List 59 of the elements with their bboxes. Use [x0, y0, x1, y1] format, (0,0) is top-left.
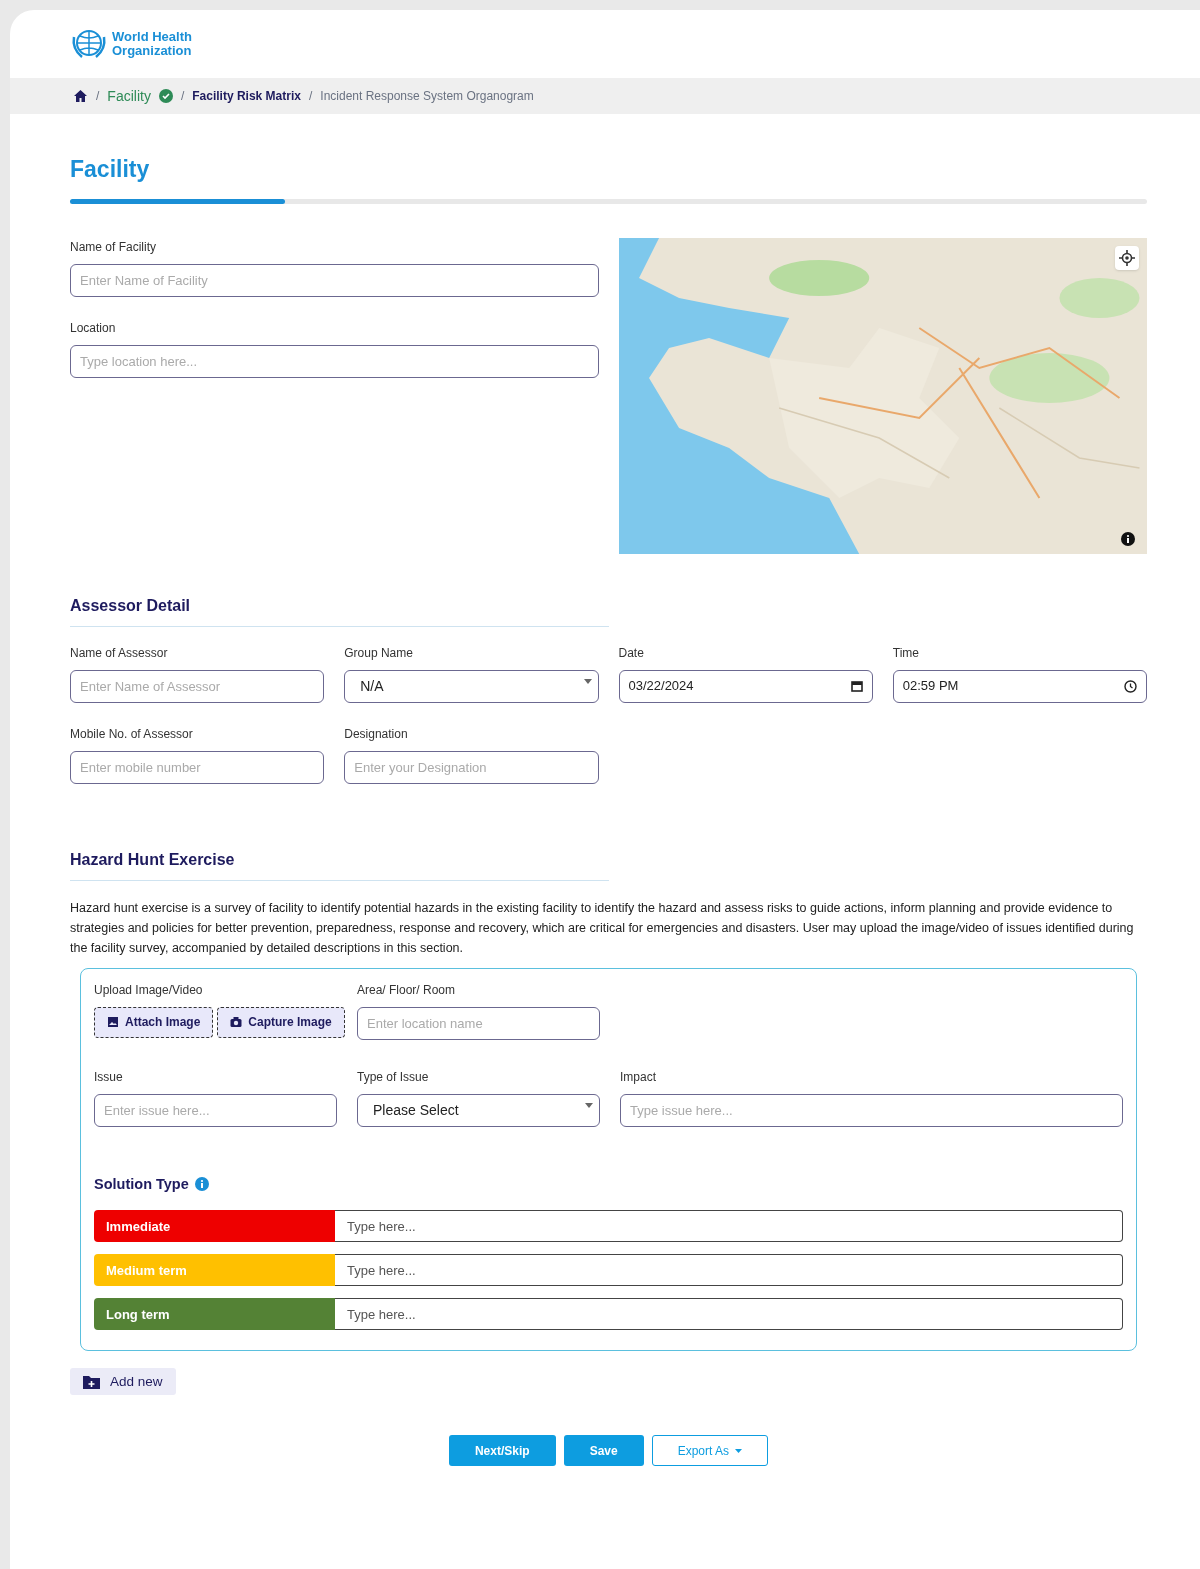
- field-label: Type of Issue: [357, 1068, 430, 1086]
- breadcrumb-separator: /: [96, 88, 100, 105]
- check-circle-icon: [158, 89, 173, 103]
- calendar-icon[interactable]: [850, 680, 863, 692]
- capture-image-button[interactable]: Capture Image: [217, 1006, 345, 1038]
- field-label: Area/ Floor/ Room: [357, 981, 457, 999]
- text-field[interactable]: Enter mobile number: [70, 750, 325, 784]
- text-field[interactable]: Enter your Designation: [344, 750, 599, 784]
- field-label: Name of Assessor: [70, 644, 169, 662]
- date-field[interactable]: 03/22/2024: [618, 669, 873, 703]
- image-icon: [107, 1016, 119, 1028]
- logo-text: World Health Organization: [112, 30, 192, 58]
- home-icon[interactable]: [73, 89, 88, 103]
- breadcrumb-separator: /: [308, 88, 313, 105]
- caret-icon: [585, 1102, 593, 1108]
- solution-label: Medium term: [94, 1254, 335, 1287]
- emblem-icon: [70, 27, 108, 61]
- text-field[interactable]: Enter Name of Facility: [70, 263, 599, 297]
- folder-add-icon: [83, 1374, 100, 1389]
- camera-icon: [230, 1016, 243, 1028]
- field-label: Issue: [94, 1068, 124, 1086]
- breadcrumb-link[interactable]: Facility: [107, 85, 151, 107]
- section-heading: Assessor Detail: [70, 593, 609, 627]
- text-field[interactable]: Type here...: [335, 1210, 1123, 1243]
- section-heading: Hazard Hunt Exercise: [70, 847, 609, 881]
- field-label: Time: [892, 644, 920, 662]
- text-field[interactable]: Type here...: [335, 1298, 1123, 1331]
- select-field[interactable]: Please Select: [357, 1093, 600, 1127]
- caret-icon: [583, 678, 592, 684]
- field-label: Designation: [344, 725, 409, 743]
- text-field[interactable]: Type issue here...: [620, 1093, 1123, 1127]
- time-field[interactable]: 02:59 PM: [892, 669, 1147, 703]
- description-text: Hazard hunt exercise is a survey of facility to identify potential hazards in the existing facility to identify the hazard and assess risks to guide actions, inform planning and provide evidence to strategies and policies for better prevention, preparedness, response and recovery, which are critical for emergencies and disasters. User may upload the image/video of issues identified during the facility survey, accompanied by detailed descriptions in this section.: [70, 899, 1135, 957]
- breadcrumb-link[interactable]: Incident Response System Organogram: [320, 87, 534, 105]
- clock-icon[interactable]: [1124, 679, 1137, 693]
- text-field[interactable]: Enter Name of Assessor: [70, 669, 325, 703]
- field-label: Location: [70, 319, 117, 337]
- text-field[interactable]: Enter issue here...: [94, 1093, 337, 1127]
- field-label: Name of Facility: [70, 238, 158, 256]
- section-heading: Solution Type: [94, 1174, 189, 1194]
- page-title: Facility: [70, 155, 151, 184]
- info-icon[interactable]: [1121, 531, 1135, 546]
- text-field[interactable]: Type here...: [335, 1254, 1123, 1287]
- field-label: Mobile No. of Assessor: [70, 725, 194, 743]
- field-label: Date: [618, 644, 645, 662]
- text-field[interactable]: Type location here...: [70, 344, 599, 378]
- select-field[interactable]: N/A: [344, 669, 599, 703]
- breadcrumb-link[interactable]: Facility Risk Matrix: [192, 87, 301, 105]
- field-label: Group Name: [344, 644, 414, 662]
- breadcrumb-separator: /: [180, 88, 185, 105]
- add-new-button[interactable]: Add new: [70, 1368, 176, 1396]
- attach-image-button[interactable]: Attach Image: [94, 1006, 214, 1038]
- caret-icon: [735, 1448, 743, 1453]
- solution-label: Long term: [94, 1298, 335, 1331]
- solution-label: Immediate: [94, 1210, 335, 1243]
- text-field[interactable]: Enter location name: [357, 1006, 600, 1040]
- field-label: Upload Image/Video: [94, 981, 204, 999]
- locate-button[interactable]: [1115, 245, 1139, 270]
- field-label: Impact: [620, 1068, 657, 1086]
